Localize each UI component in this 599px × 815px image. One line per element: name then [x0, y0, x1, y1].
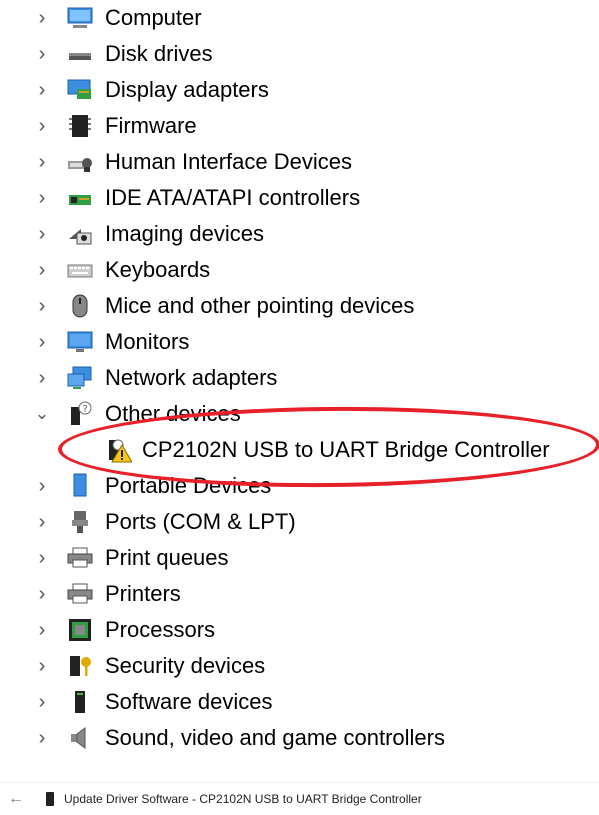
tree-item-label: Sound, video and game controllers — [105, 725, 445, 750]
port-icon — [67, 509, 93, 535]
tree-item-label: Display adapters — [105, 77, 269, 102]
tree-item-keyboards[interactable]: › Keyboards — [0, 253, 211, 287]
expand-chevron-icon[interactable]: › — [32, 691, 52, 714]
back-arrow-icon[interactable]: ← — [8, 790, 26, 808]
portable-device-icon — [67, 473, 93, 499]
tree-item-monitors[interactable]: › Monitors — [0, 325, 190, 359]
tree-item-label: Network adapters — [105, 365, 278, 390]
tree-item-label: Printers — [105, 581, 181, 606]
security-device-icon — [67, 653, 93, 679]
tree-item-security-devices[interactable]: › Security devices — [0, 649, 266, 683]
hid-icon — [67, 149, 93, 175]
expand-chevron-icon[interactable]: › — [32, 511, 52, 534]
mouse-icon — [67, 293, 93, 319]
firmware-chip-icon — [67, 113, 93, 139]
device-icon — [46, 792, 54, 806]
expand-chevron-icon[interactable]: › — [32, 79, 52, 102]
tree-item-network-adapters[interactable]: › Network adapters — [0, 361, 278, 395]
tree-item-computer[interactable]: › Computer — [0, 1, 202, 35]
disk-drive-icon — [67, 41, 93, 67]
printer-icon — [67, 581, 93, 607]
tree-item-disk-drives[interactable]: › Disk drives — [0, 37, 213, 71]
expand-chevron-icon[interactable]: › — [32, 43, 52, 66]
tree-item-sound-video-and-game-controllers[interactable]: › Sound, video and game controllers — [0, 721, 445, 755]
speaker-icon — [67, 725, 93, 751]
expand-chevron-icon[interactable]: › — [32, 655, 52, 678]
camera-icon — [67, 221, 93, 247]
tree-item-label: Monitors — [105, 329, 190, 354]
expand-chevron-icon[interactable]: › — [32, 115, 52, 138]
tree-item-ports-com-lpt[interactable]: › Ports (COM & LPT) — [0, 505, 296, 539]
tree-item-label: Computer — [105, 5, 202, 30]
expand-chevron-icon[interactable]: › — [32, 619, 52, 642]
expand-chevron-icon[interactable]: › — [32, 727, 52, 750]
svg-text:?: ? — [83, 404, 88, 415]
tree-item-label: Disk drives — [105, 41, 213, 66]
processor-icon — [67, 617, 93, 643]
expand-chevron-icon[interactable]: › — [32, 331, 52, 354]
dialog-title-bar: ← Update Driver Software - CP2102N USB t… — [0, 782, 599, 815]
expand-chevron-icon[interactable]: › — [32, 259, 52, 282]
tree-item-imaging-devices[interactable]: › Imaging devices — [0, 217, 264, 251]
tree-item-label: Keyboards — [105, 257, 211, 282]
tree-item-label: Firmware — [105, 113, 197, 138]
tree-item-processors[interactable]: › Processors — [0, 613, 215, 647]
printer-icon — [67, 545, 93, 571]
monitor-icon — [67, 329, 93, 355]
tree-item-label: Imaging devices — [105, 221, 264, 246]
tree-item-firmware[interactable]: › Firmware — [0, 109, 197, 143]
tree-item-label: Security devices — [105, 653, 266, 678]
ide-controller-icon — [67, 185, 93, 211]
expand-chevron-icon[interactable]: › — [32, 151, 52, 174]
expand-chevron-icon[interactable]: › — [32, 475, 52, 498]
expand-chevron-icon[interactable]: › — [32, 583, 52, 606]
expand-chevron-icon[interactable]: › — [32, 547, 52, 570]
software-device-icon — [67, 689, 93, 715]
computer-icon — [67, 5, 93, 31]
expand-chevron-icon[interactable]: › — [32, 367, 52, 390]
tree-item-label: Human Interface Devices — [105, 149, 352, 174]
expand-chevron-icon[interactable]: › — [32, 295, 52, 318]
display-adapter-icon — [67, 77, 93, 103]
tree-item-label: Ports (COM & LPT) — [105, 509, 296, 534]
tree-item-software-devices[interactable]: › Software devices — [0, 685, 273, 719]
unknown-device-icon: ? — [67, 401, 93, 427]
expand-chevron-icon[interactable]: › — [32, 223, 52, 246]
tree-item-print-queues[interactable]: › Print queues — [0, 541, 229, 575]
tree-item-ide-ata-atapi-controllers[interactable]: › IDE ATA/ATAPI controllers — [0, 181, 360, 215]
tree-item-mice-and-other-pointing-devices[interactable]: › Mice and other pointing devices — [0, 289, 415, 323]
expand-chevron-icon[interactable]: › — [32, 187, 52, 210]
tree-item-display-adapters[interactable]: › Display adapters — [0, 73, 269, 107]
tree-item-printers[interactable]: › Printers — [0, 577, 181, 611]
tree-item-label: IDE ATA/ATAPI controllers — [105, 185, 361, 210]
tree-item-label: Mice and other pointing devices — [105, 293, 415, 318]
tree-item-label: Processors — [105, 617, 216, 642]
network-adapter-icon — [67, 365, 93, 391]
collapse-chevron-icon[interactable]: ⌄ — [32, 404, 52, 424]
tree-item-label: Print queues — [105, 545, 229, 570]
keyboard-icon — [67, 257, 93, 283]
tree-item-human-interface-devices[interactable]: › Human Interface Devices — [0, 145, 352, 179]
expand-chevron-icon[interactable]: › — [32, 7, 52, 30]
dialog-title: Update Driver Software - CP2102N USB to … — [64, 792, 422, 806]
tree-item-label: Software devices — [105, 689, 273, 714]
